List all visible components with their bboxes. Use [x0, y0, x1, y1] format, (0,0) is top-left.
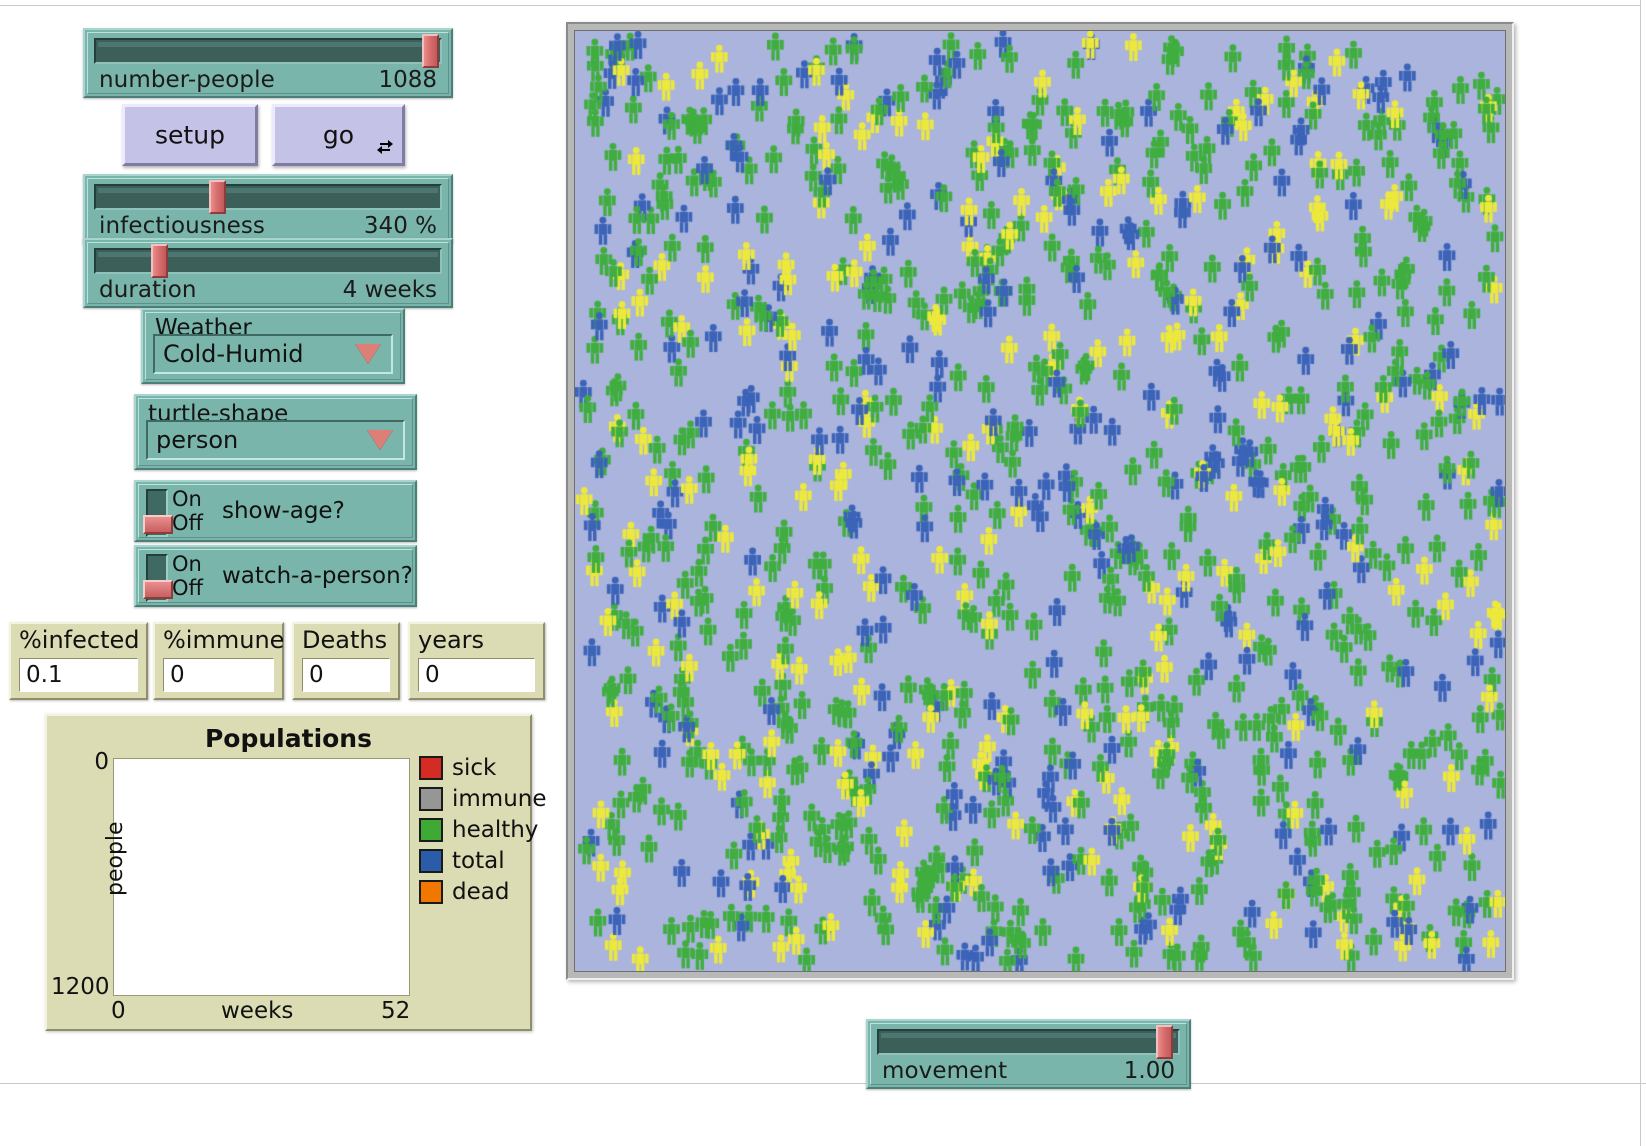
chooser-weather[interactable]: Weather Cold-Humid — [141, 308, 405, 384]
plot-title: Populations — [47, 724, 530, 753]
legend-label-total: total — [452, 848, 505, 874]
legend-label-healthy: healthy — [452, 817, 538, 843]
go-button[interactable]: go — [272, 104, 405, 166]
legend-item-sick: sick — [419, 752, 547, 783]
slider-track-highlight — [98, 42, 438, 47]
legend-item-dead: dead — [419, 876, 547, 907]
monitor-value-years: 0 — [425, 662, 440, 688]
slider-label-duration: duration — [99, 277, 197, 303]
slider-label-number-people: number-people — [99, 67, 275, 93]
chevron-down-icon[interactable] — [367, 430, 393, 450]
plot-x-max-tick: 52 — [381, 998, 410, 1024]
slider-thumb-duration[interactable] — [151, 244, 168, 278]
monitor-deaths: Deaths 0 — [292, 622, 400, 700]
monitor-valuebox-deaths: 0 — [302, 658, 390, 692]
slider-value-number-people: 1088 — [378, 67, 437, 93]
plot-y-max-tick: 0 — [51, 749, 109, 775]
switch-name-show-age: show-age? — [222, 498, 345, 524]
slider-track-duration[interactable] — [94, 248, 442, 274]
legend-label-sick: sick — [452, 755, 496, 781]
switch-off-label-watch-a-person: Off — [172, 577, 203, 599]
slider-thumb-infectiousness[interactable] — [209, 180, 226, 214]
monitor-pct-immune: %immune 0 — [153, 622, 284, 700]
monitor-pct-infected: %infected 0.1 — [9, 622, 148, 700]
switch-on-label-watch-a-person: On — [172, 553, 202, 575]
window-right-divider — [1640, 0, 1641, 1146]
slider-infectiousness[interactable]: infectiousness 340 % — [83, 174, 453, 244]
slider-number-people[interactable]: number-people 1088 — [83, 28, 453, 98]
slider-label-movement: movement — [882, 1058, 1007, 1084]
switch-watch-a-person[interactable]: On Off watch-a-person? — [134, 545, 417, 607]
slider-value-infectiousness: 340 % — [364, 213, 437, 239]
plot-legend: sick immune healthy total dead — [419, 752, 547, 907]
monitor-years: years 0 — [408, 622, 545, 700]
monitor-label-pct-infected: %infected — [19, 626, 140, 654]
chevron-down-icon[interactable] — [355, 344, 381, 364]
slider-label-infectiousness: infectiousness — [99, 213, 265, 239]
legend-label-immune: immune — [452, 786, 547, 812]
legend-swatch-healthy — [419, 818, 443, 842]
slider-value-movement: 1.00 — [1124, 1058, 1175, 1084]
chooser-turtle-shape[interactable]: turtle-shape person — [134, 394, 417, 470]
legend-item-healthy: healthy — [419, 814, 547, 845]
slider-movement[interactable]: movement 1.00 — [866, 1019, 1191, 1089]
monitor-label-pct-immune: %immune — [163, 626, 284, 654]
legend-item-immune: immune — [419, 783, 547, 814]
slider-thumb-movement[interactable] — [1156, 1025, 1173, 1059]
slider-thumb-number-people[interactable] — [422, 34, 439, 68]
plot-populations: Populations 0 1200 people 0 weeks 52 sic… — [45, 714, 532, 1031]
setup-button[interactable]: setup — [122, 104, 258, 166]
slider-track-number-people[interactable] — [94, 38, 442, 64]
legend-swatch-dead — [419, 880, 443, 904]
switch-show-age[interactable]: On Off show-age? — [134, 480, 417, 542]
switch-name-watch-a-person: watch-a-person? — [222, 563, 413, 589]
switch-knob-show-age[interactable] — [143, 515, 173, 534]
chooser-value-weather: Cold-Humid — [163, 340, 304, 368]
switch-knob-watch-a-person[interactable] — [143, 580, 173, 599]
legend-swatch-total — [419, 849, 443, 873]
slider-track-highlight — [98, 252, 438, 257]
chooser-box-turtle-shape[interactable]: person — [146, 420, 405, 460]
legend-swatch-immune — [419, 787, 443, 811]
plot-y-axis-label: people — [103, 821, 128, 896]
plot-canvas — [113, 758, 410, 996]
plot-x-min-tick: 0 — [111, 998, 126, 1024]
slider-track-movement[interactable] — [877, 1029, 1180, 1055]
monitor-valuebox-pct-immune: 0 — [163, 658, 274, 692]
window-bottom-divider — [0, 1083, 1646, 1084]
world-view[interactable] — [566, 22, 1514, 980]
slider-track-infectiousness[interactable] — [94, 184, 442, 210]
monitor-label-years: years — [418, 626, 484, 654]
slider-value-duration: 4 weeks — [343, 277, 437, 303]
setup-button-label: setup — [125, 121, 255, 150]
switch-off-label-show-age: Off — [172, 512, 203, 534]
legend-item-total: total — [419, 845, 547, 876]
slider-duration[interactable]: duration 4 weeks — [83, 238, 453, 308]
monitor-value-pct-infected: 0.1 — [26, 662, 63, 688]
legend-swatch-sick — [419, 756, 443, 780]
monitor-value-pct-immune: 0 — [170, 662, 185, 688]
plot-y-min-tick: 1200 — [51, 974, 109, 1000]
plot-x-axis-label: weeks — [221, 998, 293, 1024]
slider-track-highlight — [98, 188, 438, 193]
chooser-box-weather[interactable]: Cold-Humid — [153, 334, 393, 374]
world-view-inner[interactable] — [574, 30, 1506, 972]
monitor-valuebox-pct-infected: 0.1 — [19, 658, 138, 692]
monitor-label-deaths: Deaths — [302, 626, 387, 654]
switch-on-label-show-age: On — [172, 488, 202, 510]
slider-track-highlight — [881, 1033, 1176, 1038]
monitor-value-deaths: 0 — [309, 662, 324, 688]
world-agents-canvas[interactable] — [575, 31, 1506, 972]
window-top-divider — [0, 5, 1646, 6]
forever-loop-icon — [376, 138, 394, 159]
chooser-value-turtle-shape: person — [156, 426, 238, 454]
legend-label-dead: dead — [452, 879, 509, 905]
monitor-valuebox-years: 0 — [418, 658, 535, 692]
